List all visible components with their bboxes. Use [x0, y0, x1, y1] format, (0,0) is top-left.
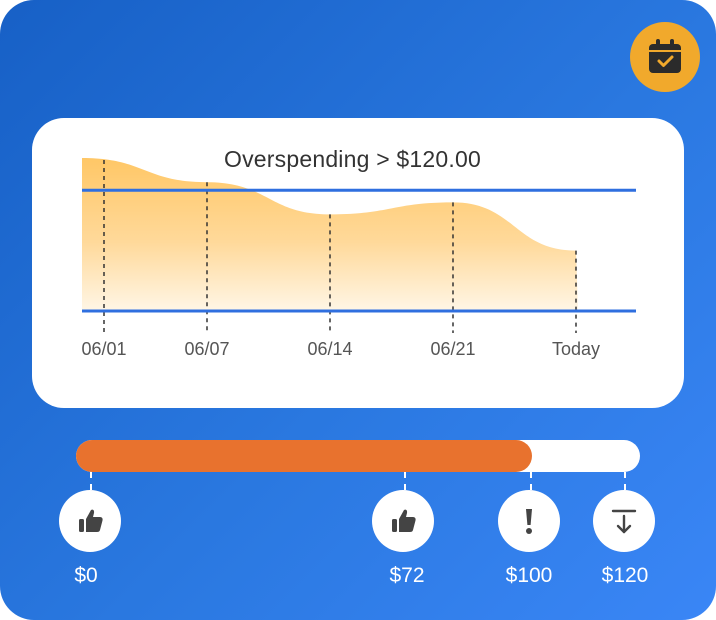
- download-limit-icon: [611, 509, 637, 534]
- progress-fill: [76, 440, 532, 472]
- marker-zero[interactable]: [59, 490, 121, 552]
- budget-card: 06/01 06/07 06/14 06/21 Today Overspending >…: [0, 0, 716, 620]
- x-tick-label: 06/01: [81, 339, 126, 359]
- x-tick-label: Today: [552, 339, 600, 359]
- thumbs-up-icon: [79, 509, 103, 532]
- progress-track: [76, 440, 640, 472]
- marker-label: $72: [389, 564, 425, 587]
- marker-connector: [530, 472, 532, 490]
- x-tick-label: 06/07: [184, 339, 229, 359]
- calendar-check-icon: [649, 39, 681, 73]
- marker-120[interactable]: [593, 490, 655, 552]
- marker-label: $100: [505, 564, 553, 587]
- chart-title: Overspending > $120.00: [224, 146, 481, 172]
- x-tick-label: 06/21: [430, 339, 475, 359]
- x-tick-label: 06/14: [307, 339, 352, 359]
- marker-label: $0: [74, 564, 98, 587]
- marker-connector: [404, 472, 406, 490]
- marker-100[interactable]: [498, 490, 560, 552]
- marker-connector: [90, 472, 92, 490]
- marker-label: $120: [601, 564, 649, 587]
- thumbs-up-icon: [392, 509, 416, 532]
- marker-72[interactable]: [372, 490, 434, 552]
- marker-connector: [624, 472, 626, 490]
- exclamation-icon: [526, 509, 532, 534]
- calendar-button[interactable]: [630, 22, 700, 92]
